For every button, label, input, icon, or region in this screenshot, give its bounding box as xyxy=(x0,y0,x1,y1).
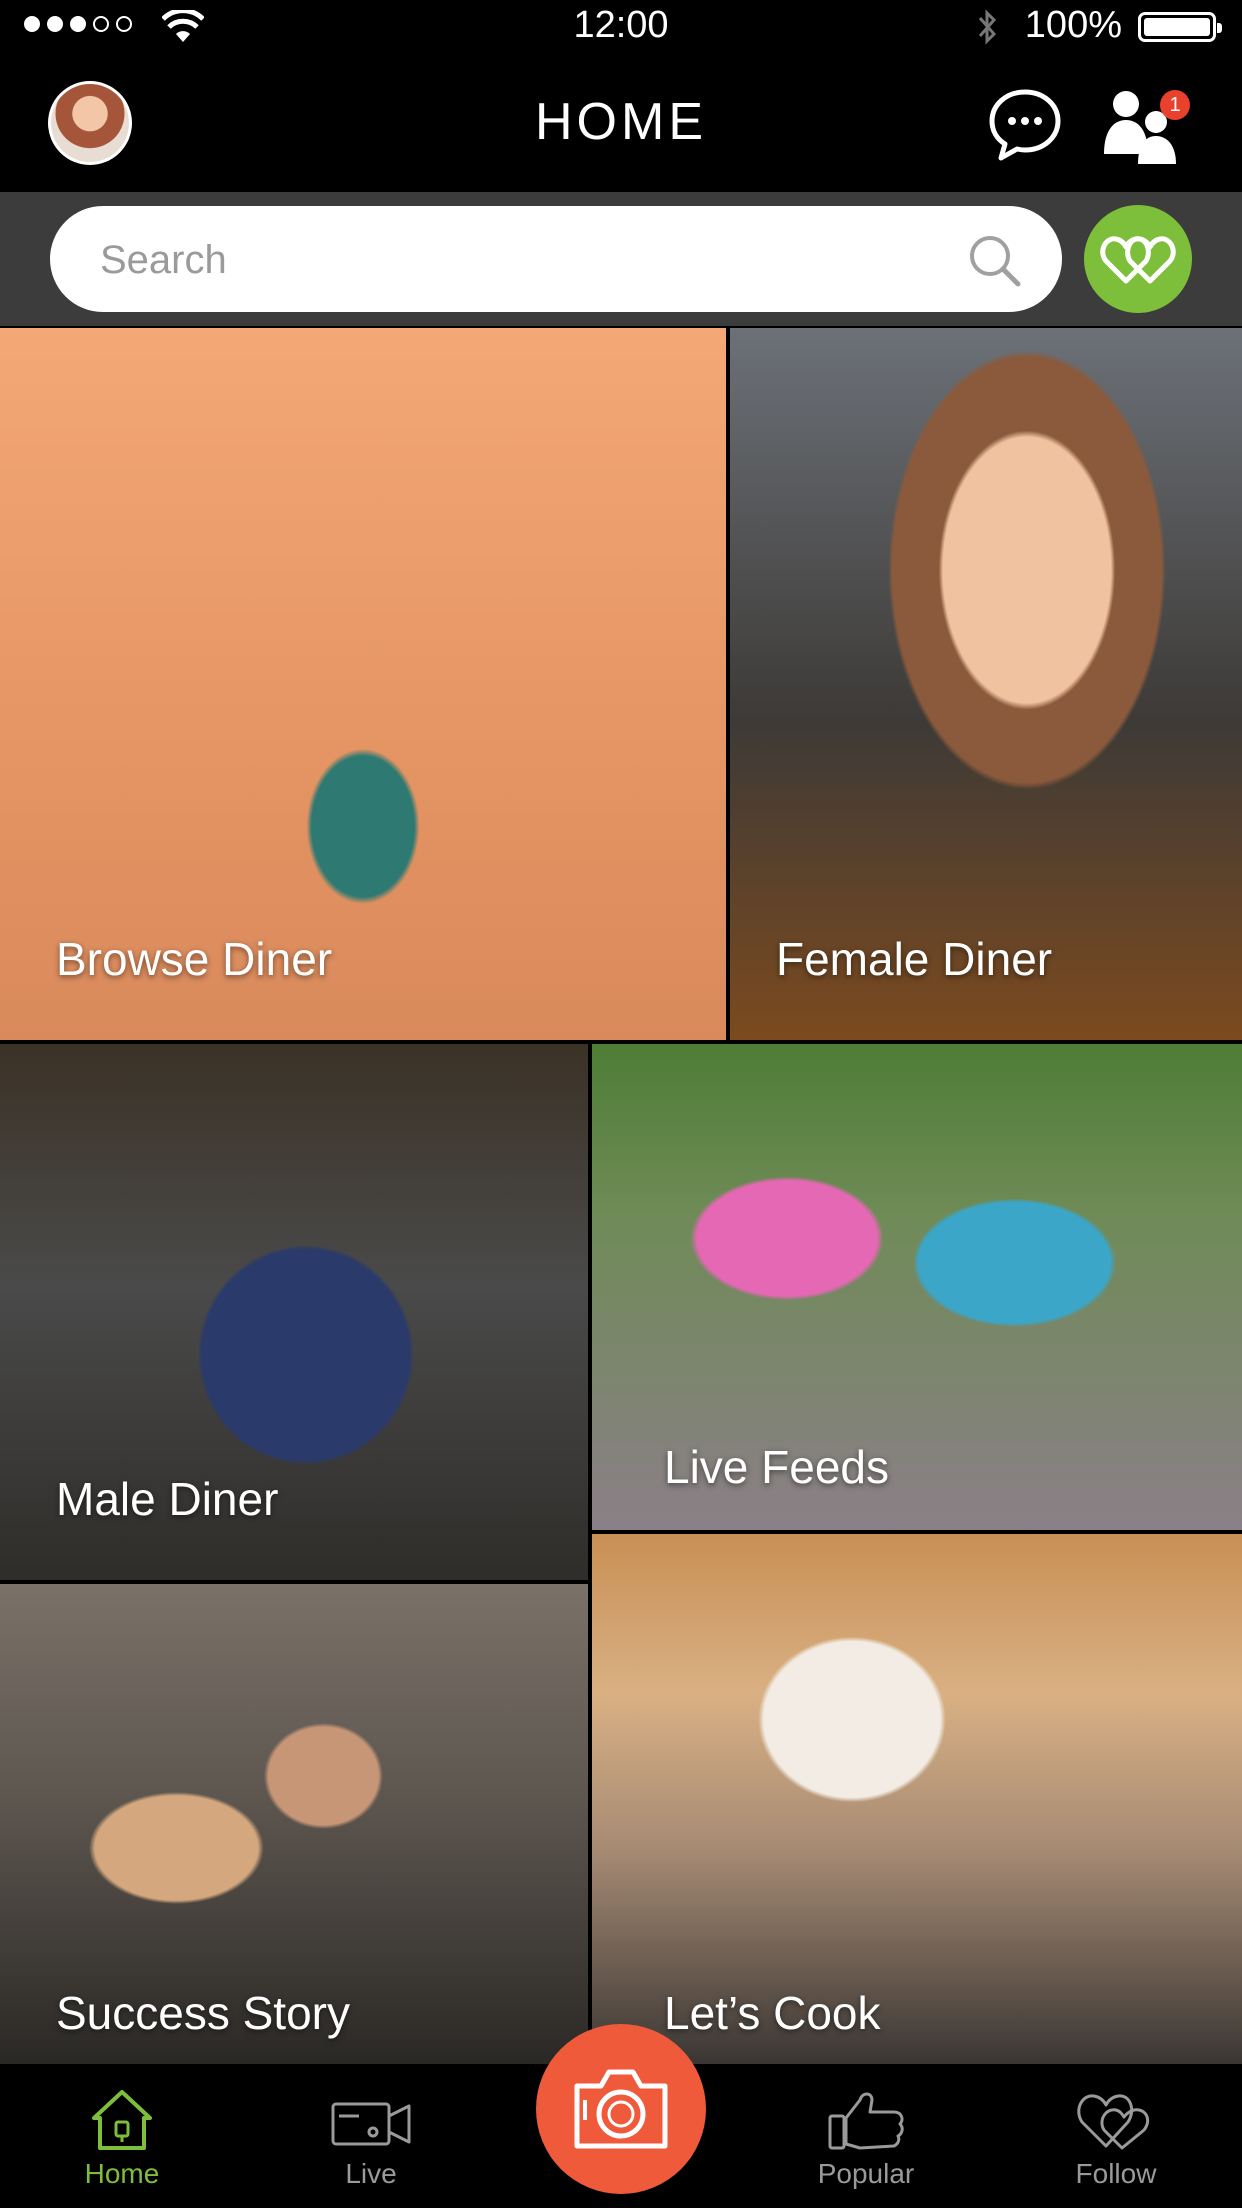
tile-label: Male Diner xyxy=(56,1473,279,1525)
tile-live-feeds[interactable]: Live Feeds xyxy=(592,1044,1242,1530)
search-box[interactable] xyxy=(50,206,1062,314)
camera-button[interactable] xyxy=(536,2024,706,2194)
tile-male-diner[interactable]: Male Diner xyxy=(0,1044,588,1580)
notification-badge: 1 xyxy=(1160,90,1190,120)
match-button[interactable] xyxy=(1084,205,1192,313)
top-nav-bar: HOME 1 xyxy=(0,54,1242,192)
bluetooth-icon xyxy=(978,9,997,45)
thumbs-up-icon xyxy=(828,2092,904,2150)
tab-label: Popular xyxy=(817,2158,915,2189)
tab-label: Follow xyxy=(1075,2158,1157,2189)
tile-label: Browse Diner xyxy=(56,933,333,985)
tab-label: Live xyxy=(345,2158,397,2189)
tile-female-diner[interactable]: Female Diner xyxy=(730,328,1242,1040)
chat-icon[interactable] xyxy=(986,86,1064,164)
video-camera-icon xyxy=(331,2102,411,2146)
double-heart-icon xyxy=(1077,2094,1150,2150)
search-icon[interactable] xyxy=(966,232,1022,288)
tab-follow[interactable]: Follow xyxy=(1036,2086,1196,2190)
tile-label: Live Feeds xyxy=(664,1441,890,1493)
tile-label: Female Diner xyxy=(776,933,1053,985)
tab-home[interactable]: Home xyxy=(42,2086,202,2190)
tile-browse-diner[interactable]: Browse Diner xyxy=(0,328,726,1040)
battery-percentage: 100% xyxy=(1024,4,1122,46)
status-bar: 12:00 100% xyxy=(0,0,1242,54)
tab-label: Home xyxy=(84,2158,160,2189)
camera-icon xyxy=(574,2069,668,2149)
tab-popular[interactable]: Popular xyxy=(786,2086,946,2190)
tile-label: Success Story xyxy=(56,1987,350,2039)
search-input[interactable] xyxy=(98,206,982,314)
tile-label: Let’s Cook xyxy=(664,1987,881,2039)
home-icon xyxy=(92,2090,152,2150)
double-heart-icon xyxy=(1100,236,1176,284)
tile-lets-cook[interactable]: Let’s Cook xyxy=(592,1534,1242,2064)
battery-icon xyxy=(1138,12,1222,42)
search-bar xyxy=(0,192,1242,326)
tile-success-story[interactable]: Success Story xyxy=(0,1584,588,2064)
tab-live[interactable]: Live xyxy=(291,2086,451,2190)
